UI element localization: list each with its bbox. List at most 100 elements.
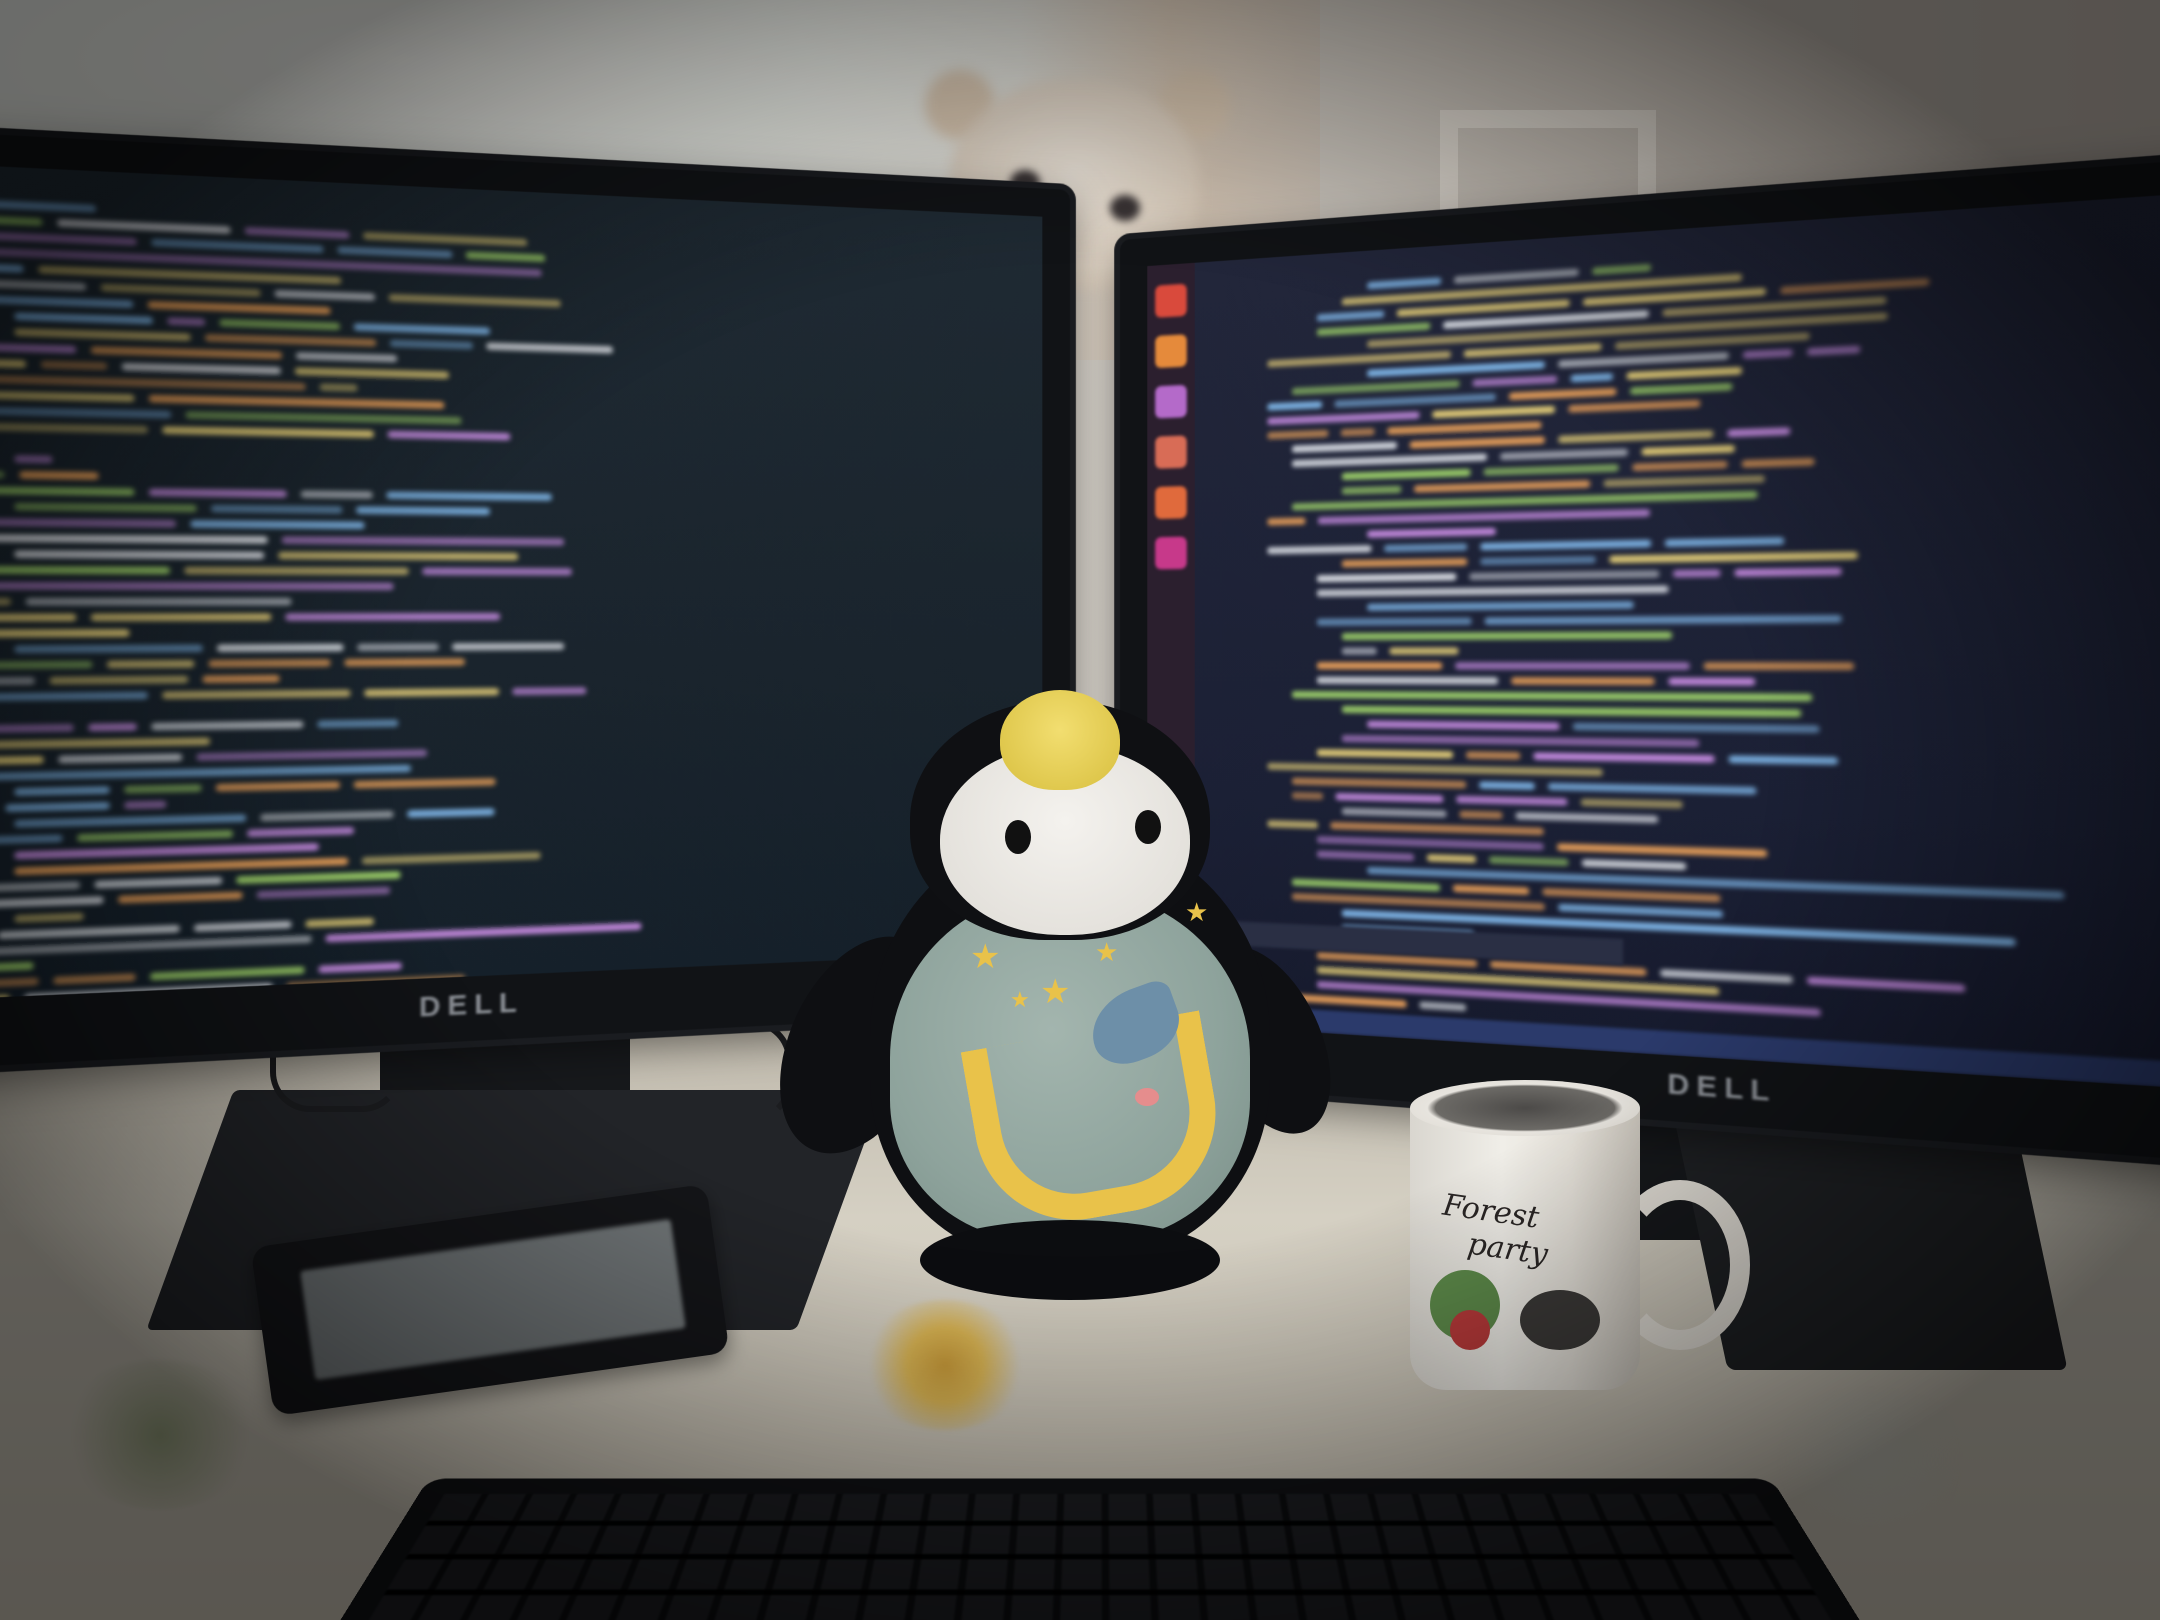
code-text-line: [49, 675, 189, 685]
code-text-line: [219, 318, 340, 331]
code-text-line: [19, 470, 99, 480]
code-text-line: [1335, 792, 1444, 803]
code-text-line: [0, 613, 77, 622]
star-icon: ★: [1040, 972, 1071, 1012]
code-text-line: [88, 722, 137, 732]
code-text-line: [407, 808, 495, 818]
code-text-line: [0, 278, 87, 291]
code-text-line: [1409, 436, 1545, 449]
code-text-line: [100, 283, 261, 297]
code-text-line: [305, 917, 374, 928]
code-text-line: [1515, 812, 1659, 824]
code-text-line: [300, 490, 373, 499]
code-text-line: [422, 567, 572, 576]
code-text-line: [1500, 448, 1628, 461]
code-text-line: [14, 857, 349, 876]
code-text-line: [390, 339, 473, 350]
code-text-line: [0, 597, 11, 606]
penguin-feet: [920, 1220, 1220, 1300]
code-text-line: [196, 749, 428, 761]
code-text-line: [1341, 734, 1700, 748]
code-text-line: [317, 719, 399, 729]
code-text-line: [0, 764, 411, 782]
code-text-line: [150, 966, 305, 981]
code-text-line: [0, 198, 96, 213]
code-text-line: [0, 406, 172, 419]
code-text-line: [1489, 856, 1569, 867]
code-text-line: [256, 886, 391, 899]
code-text-line: [344, 658, 465, 667]
code-text-line: [318, 962, 402, 974]
code-text-line: [296, 351, 397, 363]
code-text-line: [244, 226, 350, 239]
coffee-mug: Forest party: [1410, 1070, 1750, 1390]
code-text-line: [14, 550, 265, 560]
code-text-line: [1292, 380, 1460, 396]
code-text-line: [1341, 558, 1468, 568]
code-text-line: [0, 356, 26, 369]
code-text-line: [278, 551, 519, 561]
code-text-line: [211, 504, 343, 514]
code-text-line: [387, 430, 511, 441]
code-text-line: [1583, 287, 1766, 307]
code-text-line: [0, 924, 180, 940]
keyboard: [300, 1478, 1900, 1620]
code-text-line: [1316, 310, 1385, 322]
code-text-line: [0, 230, 137, 246]
code-text-line: [162, 426, 374, 438]
code-text-line: [1267, 429, 1329, 440]
code-text-line: [58, 753, 182, 764]
star-icon: ★: [1185, 898, 1209, 928]
code-text-line: [0, 565, 170, 575]
code-text-line: [151, 238, 324, 254]
code-text-line: [1557, 843, 1768, 858]
code-text-line: [14, 502, 197, 513]
code-text-line: [1267, 350, 1451, 368]
code-text-line: [353, 323, 490, 335]
code-text-line: [1414, 480, 1591, 493]
code-text-line: [337, 246, 453, 259]
code-text-line: [1316, 322, 1431, 337]
code-text-line: [0, 994, 10, 1006]
code-text-line: [1292, 690, 1813, 702]
code-text-line: [1542, 887, 1721, 903]
code-text-line: [185, 411, 462, 425]
code-text-line: [40, 360, 108, 371]
code-text-line: [1660, 969, 1793, 984]
code-text-line: [0, 881, 80, 893]
code-text-line: [0, 660, 93, 670]
code-text-line: [0, 390, 135, 403]
code-text-line: [1389, 647, 1459, 655]
code-text-line: [286, 974, 465, 991]
code-text-line: [53, 973, 136, 985]
code-text-line: [1292, 441, 1397, 453]
code-text-line: [5, 801, 110, 813]
star-icon: ★: [1010, 988, 1030, 1013]
monitor-cable: [600, 1020, 792, 1122]
code-text-line: [363, 231, 528, 247]
code-text-line: [0, 421, 148, 434]
code-text-line: [247, 826, 354, 838]
code-text-line: [14, 814, 247, 828]
code-text-line: [0, 343, 77, 354]
code-text-line: [0, 581, 394, 591]
code-text-line: [0, 896, 104, 909]
code-text-line: [38, 265, 341, 285]
code-text-line: [274, 289, 375, 301]
code-text-line: [1641, 444, 1735, 456]
code-text-line: [1630, 382, 1733, 395]
code-text-line: [1367, 360, 1545, 378]
mug-berry-art: [1450, 1310, 1490, 1350]
code-text-line: [1511, 677, 1655, 686]
code-text-line: [121, 362, 281, 375]
code-text-line: [0, 691, 148, 702]
code-text-line: [1480, 539, 1652, 551]
keyboard-keys: [330, 1493, 1870, 1620]
code-text-line: [14, 328, 191, 342]
code-text-line: [1479, 781, 1535, 790]
code-text-line: [184, 995, 346, 1006]
code-text-line: [1367, 527, 1496, 538]
moon-blush: [1135, 1088, 1159, 1106]
code-text-line: [208, 659, 331, 668]
code-text-line: [1632, 460, 1728, 472]
